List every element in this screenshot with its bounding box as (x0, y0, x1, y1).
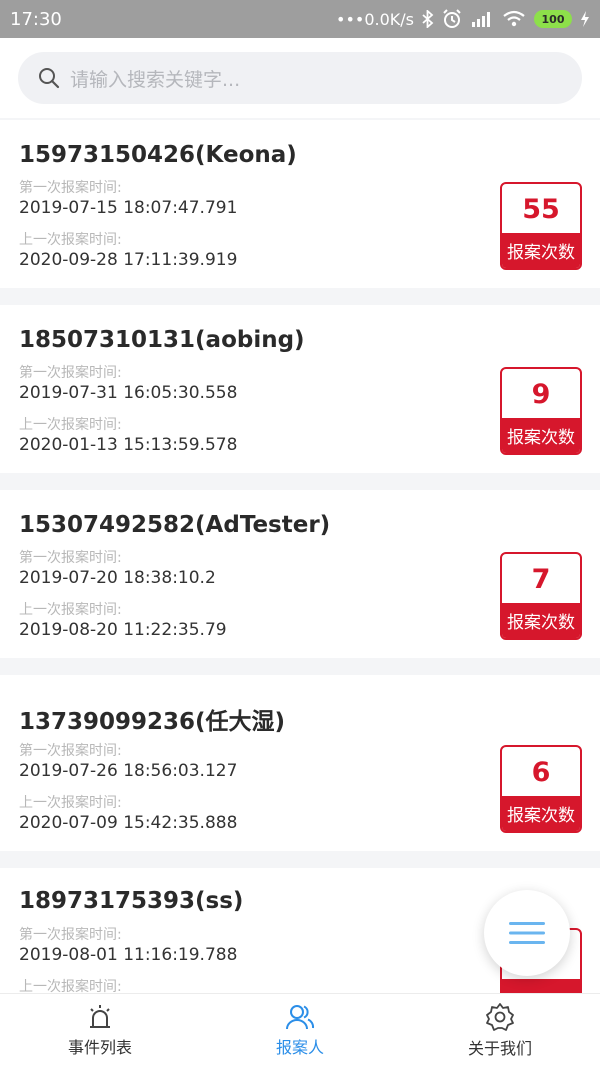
bottom-tab-bar: 事件列表 报案人 关于我们 (0, 993, 600, 1067)
battery-icon: 100 (534, 10, 572, 28)
report-count: 9 (531, 379, 551, 410)
search-area: 请输入搜索关键字... (0, 38, 600, 118)
list-item[interactable]: 18507310131(aobing) 第一次报案时间: 2019-07-31 … (0, 305, 600, 473)
report-count-badge: 6 报案次数 (500, 745, 582, 833)
report-count-badge: 7 报案次数 (500, 552, 582, 640)
last-report-time: 2020-07-09 15:42:35.888 (19, 813, 238, 833)
bluetooth-icon (422, 10, 434, 28)
search-placeholder: 请输入搜索关键字... (70, 68, 241, 91)
first-report-label: 第一次报案时间: (19, 365, 122, 381)
first-report-label: 第一次报案时间: (19, 743, 122, 759)
last-report-label: 上一次报案时间: (19, 602, 122, 618)
net-speed: •••0.0K/s (336, 9, 414, 29)
reporter-name: 18507310131(aobing) (19, 327, 305, 353)
last-report-time: 2020-01-13 15:13:59.578 (19, 435, 238, 455)
report-count-label: 报案次数 (502, 418, 580, 453)
last-report-time: 2020-09-28 17:11:39.919 (19, 250, 238, 270)
status-time: 17:30 (10, 8, 62, 30)
users-icon (286, 1005, 315, 1030)
first-report-label: 第一次报案时间: (19, 180, 122, 196)
list-item[interactable]: 15307492582(AdTester) 第一次报案时间: 2019-07-2… (0, 490, 600, 658)
last-report-label: 上一次报案时间: (19, 232, 122, 248)
search-input[interactable]: 请输入搜索关键字... (18, 52, 582, 104)
tab-reporters-label: 报案人 (275, 1038, 324, 1057)
tab-events[interactable]: 事件列表 (0, 994, 200, 1067)
alarm-icon (442, 9, 462, 29)
tab-about[interactable]: 关于我们 (400, 994, 600, 1067)
reporter-list: 15973150426(Keona) 第一次报案时间: 2019-07-15 1… (0, 120, 600, 993)
reporter-name: 15307492582(AdTester) (19, 512, 331, 538)
gear-icon (486, 1003, 514, 1031)
list-item[interactable]: 15973150426(Keona) 第一次报案时间: 2019-07-15 1… (0, 120, 600, 288)
last-report-label: 上一次报案时间: (19, 979, 122, 993)
list-item[interactable]: 13739099236(任大湿) 第一次报案时间: 2019-07-26 18:… (0, 675, 600, 851)
first-report-time: 2019-07-20 18:38:10.2 (19, 568, 216, 588)
menu-icon (509, 922, 545, 944)
first-report-time: 2019-07-26 18:56:03.127 (19, 761, 238, 781)
menu-fab-button[interactable] (484, 890, 570, 976)
report-count-label: 报案次数 (502, 233, 580, 268)
charging-icon (580, 10, 590, 28)
first-report-label: 第一次报案时间: (19, 927, 122, 943)
tab-about-label: 关于我们 (467, 1039, 532, 1058)
tab-events-label: 事件列表 (67, 1038, 132, 1057)
last-report-label: 上一次报案时间: (19, 417, 122, 433)
first-report-label: 第一次报案时间: (19, 550, 122, 566)
last-report-label: 上一次报案时间: (19, 795, 122, 811)
report-count: 7 (531, 564, 551, 595)
alarm-light-icon (90, 1005, 110, 1028)
report-count-label: 报案次数 (502, 796, 580, 831)
wifi-icon (502, 10, 526, 28)
tab-reporters[interactable]: 报案人 (200, 994, 400, 1067)
report-count-label (502, 979, 580, 993)
first-report-time: 2019-07-31 16:05:30.558 (19, 383, 238, 403)
report-count-label: 报案次数 (502, 603, 580, 638)
reporter-name: 13739099236(任大湿) (19, 709, 286, 735)
first-report-time: 2019-07-15 18:07:47.791 (19, 198, 238, 218)
reporter-name: 18973175393(ss) (19, 888, 244, 914)
search-icon (39, 68, 60, 89)
signal-icon (470, 10, 494, 28)
report-count: 55 (522, 194, 560, 225)
report-count: 6 (531, 757, 551, 788)
report-count-badge: 55 报案次数 (500, 182, 582, 270)
status-icons: •••0.0K/s 100 (336, 9, 590, 29)
reporter-name: 15973150426(Keona) (19, 142, 297, 168)
first-report-time: 2019-08-01 11:16:19.788 (19, 945, 238, 965)
status-bar: 17:30 •••0.0K/s 100 (0, 0, 600, 38)
last-report-time: 2019-08-20 11:22:35.79 (19, 620, 227, 640)
report-count-badge: 9 报案次数 (500, 367, 582, 455)
